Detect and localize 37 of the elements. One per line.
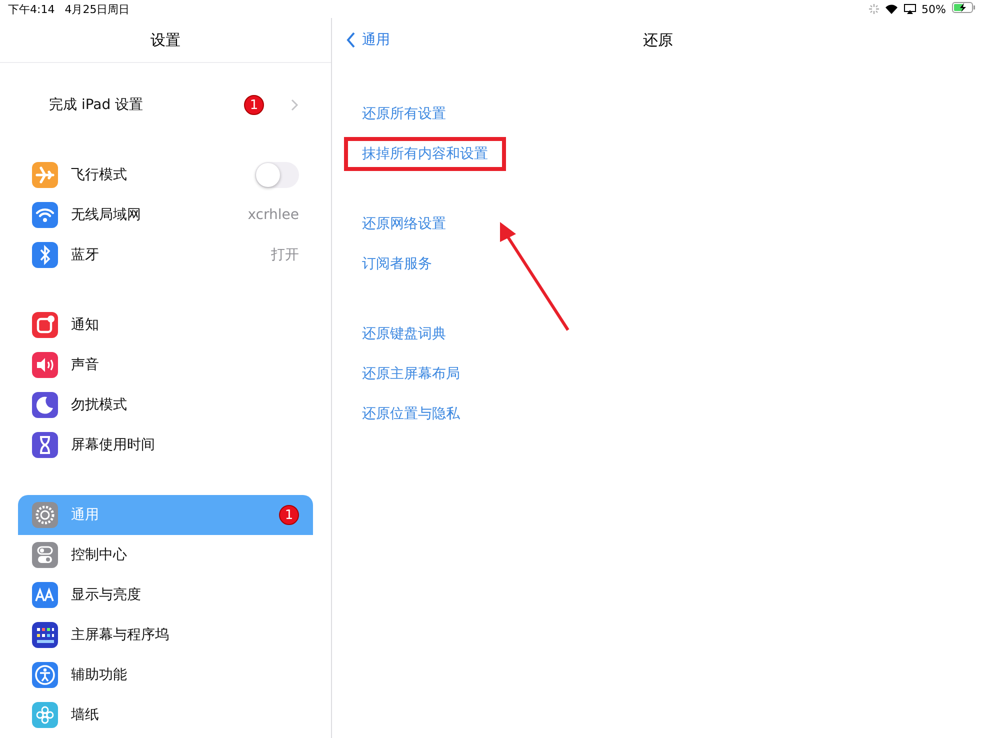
setting-value: 打开 [271,246,299,264]
reset-option-link[interactable]: 抹掉所有内容和设置 [344,137,506,171]
back-button[interactable]: 通用 [342,27,394,53]
sidebar-title: 设置 [0,18,331,63]
status-date: 4月25日周日 [64,2,130,16]
settings-row[interactable]: 声音 [18,345,313,385]
back-chevron-icon [346,32,356,48]
setting-value: xcrhlee [248,207,299,223]
reset-option-link[interactable]: 还原所有设置 [344,97,464,131]
settings-row[interactable]: 主屏幕与程序坞 [18,615,313,655]
reset-option-link[interactable]: 还原位置与隐私 [344,397,478,431]
settings-row[interactable]: 辅助功能 [18,655,313,695]
settings-row[interactable]: 屏幕使用时间 [18,425,313,465]
reset-option-link[interactable]: 还原主屏幕布局 [344,357,478,391]
wifi-icon [884,4,898,14]
settings-row[interactable]: 通知 [18,305,313,345]
settings-row[interactable]: 完成 iPad 设置 1 [18,85,313,125]
settings-row[interactable]: 控制中心 [18,535,313,575]
status-time: 下午4:14 [8,2,55,16]
settings-row[interactable]: 无线局域网 xcrhlee [18,195,313,235]
battery-percentage: 50% [922,2,946,16]
activity-icon [868,4,879,14]
chevron-icon [291,99,299,111]
airplane-mode-toggle[interactable] [255,162,299,188]
notification-badge: 1 [279,505,299,525]
reset-option-link[interactable]: 还原网络设置 [344,207,464,241]
reset-option-link[interactable]: 还原键盘词典 [344,317,464,351]
page-title: 还原 [643,30,673,48]
settings-row[interactable]: 显示与亮度 [18,575,313,615]
settings-row[interactable]: 墙纸 [18,695,313,735]
reset-option-link[interactable]: 订阅者服务 [344,247,450,281]
settings-row[interactable]: 勿扰模式 [18,385,313,425]
screen-mirroring-icon [904,4,916,14]
settings-row[interactable]: 通用 1 [18,495,313,535]
settings-row[interactable]: 蓝牙 打开 [18,235,313,275]
notification-badge: 1 [244,95,264,115]
settings-row[interactable]: 飞行模式 [18,155,313,195]
